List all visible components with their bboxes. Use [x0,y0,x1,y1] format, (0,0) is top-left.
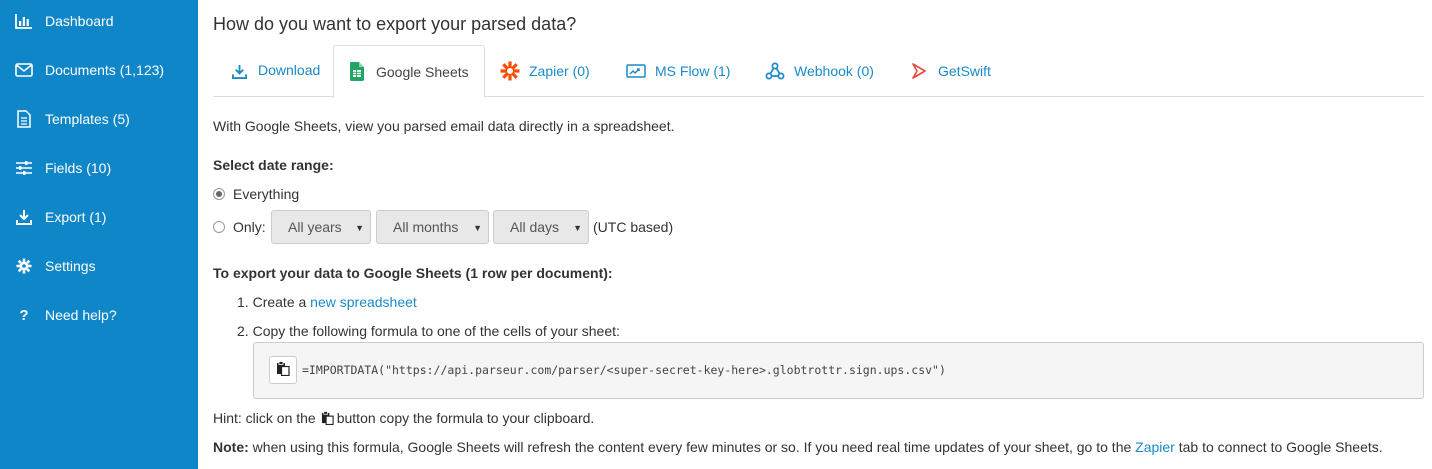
question-icon: ? [19,306,29,324]
step-text: Create a [252,294,307,310]
tab-label: MS Flow (1) [655,63,731,79]
sidebar-item-fields[interactable]: Fields (10) [0,148,198,188]
sidebar-item-dashboard[interactable]: Dashboard [0,1,198,41]
note-body: when using this formula, Google Sheets w… [252,439,1132,455]
chevron-down-icon: ▼ [573,223,582,233]
main-content: How do you want to export your parsed da… [213,0,1424,469]
formula-text[interactable]: =IMPORTDATA("https://api.parseur.com/par… [302,363,946,377]
months-select-value: All months [393,219,459,235]
years-select-value: All years [288,219,342,235]
step-text: Copy the following formula to one of the… [252,323,620,339]
hint-after: button copy the formula to your clipboar… [336,410,595,426]
formula-box: =IMPORTDATA("https://api.parseur.com/par… [253,342,1424,399]
radio-everything-label: Everything [233,186,300,202]
tab-label: Webhook (0) [794,63,874,79]
chevron-down-icon: ▼ [473,223,482,233]
months-select[interactable]: All months ▼ [376,210,489,244]
tab-google-sheets[interactable]: Google Sheets [333,45,485,98]
zapier-link[interactable]: Zapier [1135,439,1175,455]
radio-only-label: Only: [233,219,266,235]
envelope-icon [14,61,34,79]
download-icon [14,208,34,226]
note-after: tab to connect to Google Sheets. [1178,439,1383,455]
date-range-label: Select date range: [213,157,334,173]
tab-webhook[interactable]: Webhook (0) [764,45,874,97]
radio-everything[interactable]: Everything [213,186,299,202]
sidebar-item-documents[interactable]: Documents (1,123) [0,50,198,90]
radio-only[interactable]: Only: [213,219,266,235]
google-sheets-icon [346,61,368,83]
hint-text: Hint: click on the button copy the formu… [213,410,594,426]
tab-ms-flow[interactable]: MS Flow (1) [625,45,730,97]
gear-icon [14,257,34,275]
export-tabs: Download Google Sheets Zapier (0) MS Flo… [213,45,1424,98]
tab-label: Zapier (0) [529,63,590,79]
intro-text: With Google Sheets, view you parsed emai… [213,118,675,134]
sidebar-item-help[interactable]: ? Need help? [0,295,198,335]
sidebar-item-label: Dashboard [45,13,114,29]
step-number: 1. [237,294,249,310]
page-title: How do you want to export your parsed da… [213,14,577,34]
days-select[interactable]: All days ▼ [493,210,589,244]
years-select[interactable]: All years ▼ [271,210,371,244]
days-select-value: All days [510,219,560,235]
sidebar-item-templates[interactable]: Templates (5) [0,99,198,139]
chevron-down-icon: ▼ [355,223,364,233]
hint-before: Hint: click on the [213,410,316,426]
document-icon [14,110,34,128]
radio-button[interactable] [213,188,225,200]
tab-zapier[interactable]: Zapier (0) [499,45,590,97]
sidebar-item-label: Templates (5) [45,111,130,127]
utc-note: (UTC based) [593,219,674,235]
sidebar-item-settings[interactable]: Settings [0,246,198,286]
new-spreadsheet-link[interactable]: new spreadsheet [310,294,417,310]
ms-flow-icon [625,60,647,82]
tab-download[interactable]: Download [228,45,320,97]
radio-button[interactable] [213,221,225,233]
tab-label: GetSwift [938,63,991,79]
webhook-icon [764,60,786,82]
sidebar-item-label: Need help? [45,307,117,323]
clipboard-icon [321,411,334,425]
sidebar-item-label: Fields (10) [45,160,112,176]
bar-chart-icon [14,12,34,30]
zapier-icon [499,60,521,82]
tab-label: Download [258,62,321,78]
sidebar-item-label: Documents (1,123) [45,62,165,78]
sidebar-item-export[interactable]: Export (1) [0,197,198,237]
step-1: 1. Create a new spreadsheet [237,294,417,310]
step-2: 2. Copy the following formula to one of … [237,323,620,339]
sidebar-item-label: Export (1) [45,209,107,225]
sliders-icon [14,159,34,177]
step-number: 2. [237,323,249,339]
copy-button[interactable] [269,356,297,384]
tab-getswift[interactable]: GetSwift [908,45,991,97]
sidebar: Dashboard Documents (1,123) Templates (5… [0,0,198,469]
note-text: Note: when using this formula, Google Sh… [213,439,1383,455]
export-instructions-label: To export your data to Google Sheets (1 … [213,265,613,281]
download-icon [228,60,250,82]
note-label: Note: [213,439,249,455]
clipboard-icon [276,361,290,379]
getswift-icon [908,60,930,82]
tab-label: Google Sheets [376,63,469,80]
sidebar-item-label: Settings [45,258,96,274]
